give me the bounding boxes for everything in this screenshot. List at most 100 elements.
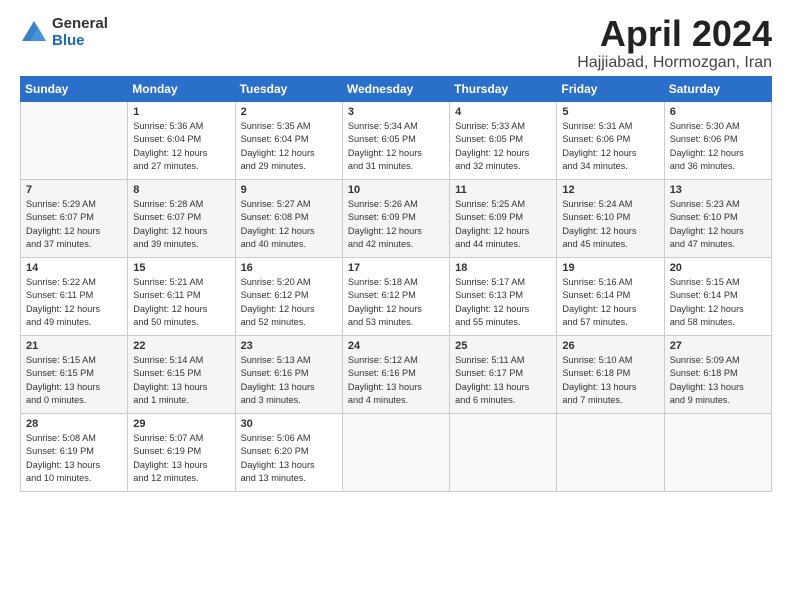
day-number: 3 xyxy=(348,106,444,118)
day-cell: 24 Sunrise: 5:12 AMSunset: 6:16 PMDayligh… xyxy=(342,336,449,414)
day-number: 21 xyxy=(26,340,122,352)
day-cell: 14 Sunrise: 5:22 AMSunset: 6:11 PMDayligh… xyxy=(21,258,128,336)
day-number: 17 xyxy=(348,262,444,274)
day-info: Sunrise: 5:14 AMSunset: 6:15 PMDaylight:… xyxy=(133,354,229,407)
day-cell: 7 Sunrise: 5:29 AMSunset: 6:07 PMDaylight… xyxy=(21,180,128,258)
day-info: Sunrise: 5:36 AMSunset: 6:04 PMDaylight:… xyxy=(133,120,229,173)
day-number: 14 xyxy=(26,262,122,274)
day-number: 23 xyxy=(241,340,337,352)
day-info: Sunrise: 5:27 AMSunset: 6:08 PMDaylight:… xyxy=(241,198,337,251)
day-number: 29 xyxy=(133,418,229,430)
day-cell: 2 Sunrise: 5:35 AMSunset: 6:04 PMDaylight… xyxy=(235,102,342,180)
day-info: Sunrise: 5:34 AMSunset: 6:05 PMDaylight:… xyxy=(348,120,444,173)
logo: General Blue xyxy=(20,16,108,49)
col-header-sunday: Sunday xyxy=(21,77,128,102)
header-row: SundayMondayTuesdayWednesdayThursdayFrid… xyxy=(21,77,772,102)
day-info: Sunrise: 5:15 AMSunset: 6:15 PMDaylight:… xyxy=(26,354,122,407)
day-number: 8 xyxy=(133,184,229,196)
day-info: Sunrise: 5:16 AMSunset: 6:14 PMDaylight:… xyxy=(562,276,658,329)
day-cell xyxy=(21,102,128,180)
day-info: Sunrise: 5:26 AMSunset: 6:09 PMDaylight:… xyxy=(348,198,444,251)
day-number: 9 xyxy=(241,184,337,196)
day-number: 28 xyxy=(26,418,122,430)
location-title: Hajjiabad, Hormozgan, Iran xyxy=(577,54,772,72)
header: General Blue April 2024 Hajjiabad, Hormo… xyxy=(20,16,772,72)
day-info: Sunrise: 5:33 AMSunset: 6:05 PMDaylight:… xyxy=(455,120,551,173)
day-number: 26 xyxy=(562,340,658,352)
day-info: Sunrise: 5:29 AMSunset: 6:07 PMDaylight:… xyxy=(26,198,122,251)
day-number: 2 xyxy=(241,106,337,118)
day-cell: 5 Sunrise: 5:31 AMSunset: 6:06 PMDaylight… xyxy=(557,102,664,180)
col-header-monday: Monday xyxy=(128,77,235,102)
day-info: Sunrise: 5:31 AMSunset: 6:06 PMDaylight:… xyxy=(562,120,658,173)
logo-icon xyxy=(20,19,48,47)
day-cell: 12 Sunrise: 5:24 AMSunset: 6:10 PMDayligh… xyxy=(557,180,664,258)
week-row-2: 7 Sunrise: 5:29 AMSunset: 6:07 PMDaylight… xyxy=(21,180,772,258)
day-cell: 15 Sunrise: 5:21 AMSunset: 6:11 PMDayligh… xyxy=(128,258,235,336)
week-row-4: 21 Sunrise: 5:15 AMSunset: 6:15 PMDayligh… xyxy=(21,336,772,414)
day-cell xyxy=(342,414,449,492)
day-cell: 11 Sunrise: 5:25 AMSunset: 6:09 PMDayligh… xyxy=(450,180,557,258)
day-number: 5 xyxy=(562,106,658,118)
day-cell: 3 Sunrise: 5:34 AMSunset: 6:05 PMDaylight… xyxy=(342,102,449,180)
day-info: Sunrise: 5:07 AMSunset: 6:19 PMDaylight:… xyxy=(133,432,229,485)
day-number: 12 xyxy=(562,184,658,196)
calendar-table: SundayMondayTuesdayWednesdayThursdayFrid… xyxy=(20,76,772,492)
day-number: 7 xyxy=(26,184,122,196)
day-info: Sunrise: 5:13 AMSunset: 6:16 PMDaylight:… xyxy=(241,354,337,407)
day-info: Sunrise: 5:22 AMSunset: 6:11 PMDaylight:… xyxy=(26,276,122,329)
col-header-thursday: Thursday xyxy=(450,77,557,102)
day-info: Sunrise: 5:18 AMSunset: 6:12 PMDaylight:… xyxy=(348,276,444,329)
day-cell: 23 Sunrise: 5:13 AMSunset: 6:16 PMDayligh… xyxy=(235,336,342,414)
day-cell: 9 Sunrise: 5:27 AMSunset: 6:08 PMDaylight… xyxy=(235,180,342,258)
month-title: April 2024 xyxy=(577,16,772,52)
col-header-tuesday: Tuesday xyxy=(235,77,342,102)
day-number: 11 xyxy=(455,184,551,196)
day-cell: 6 Sunrise: 5:30 AMSunset: 6:06 PMDaylight… xyxy=(664,102,771,180)
day-info: Sunrise: 5:12 AMSunset: 6:16 PMDaylight:… xyxy=(348,354,444,407)
day-number: 22 xyxy=(133,340,229,352)
day-number: 6 xyxy=(670,106,766,118)
day-number: 15 xyxy=(133,262,229,274)
day-info: Sunrise: 5:15 AMSunset: 6:14 PMDaylight:… xyxy=(670,276,766,329)
title-block: April 2024 Hajjiabad, Hormozgan, Iran xyxy=(577,16,772,72)
day-cell: 22 Sunrise: 5:14 AMSunset: 6:15 PMDayligh… xyxy=(128,336,235,414)
day-number: 19 xyxy=(562,262,658,274)
day-info: Sunrise: 5:24 AMSunset: 6:10 PMDaylight:… xyxy=(562,198,658,251)
day-number: 24 xyxy=(348,340,444,352)
week-row-1: 1 Sunrise: 5:36 AMSunset: 6:04 PMDaylight… xyxy=(21,102,772,180)
day-number: 20 xyxy=(670,262,766,274)
day-info: Sunrise: 5:09 AMSunset: 6:18 PMDaylight:… xyxy=(670,354,766,407)
week-row-5: 28 Sunrise: 5:08 AMSunset: 6:19 PMDayligh… xyxy=(21,414,772,492)
day-info: Sunrise: 5:21 AMSunset: 6:11 PMDaylight:… xyxy=(133,276,229,329)
day-number: 25 xyxy=(455,340,551,352)
day-info: Sunrise: 5:06 AMSunset: 6:20 PMDaylight:… xyxy=(241,432,337,485)
day-number: 30 xyxy=(241,418,337,430)
logo-text: General Blue xyxy=(52,16,108,49)
day-number: 1 xyxy=(133,106,229,118)
day-cell: 21 Sunrise: 5:15 AMSunset: 6:15 PMDayligh… xyxy=(21,336,128,414)
day-info: Sunrise: 5:30 AMSunset: 6:06 PMDaylight:… xyxy=(670,120,766,173)
col-header-wednesday: Wednesday xyxy=(342,77,449,102)
day-info: Sunrise: 5:20 AMSunset: 6:12 PMDaylight:… xyxy=(241,276,337,329)
day-info: Sunrise: 5:08 AMSunset: 6:19 PMDaylight:… xyxy=(26,432,122,485)
day-cell: 17 Sunrise: 5:18 AMSunset: 6:12 PMDayligh… xyxy=(342,258,449,336)
day-cell xyxy=(450,414,557,492)
day-cell: 18Sunrise: 5:17 AMSunset: 6:13 PMDayligh… xyxy=(450,258,557,336)
week-row-3: 14 Sunrise: 5:22 AMSunset: 6:11 PMDayligh… xyxy=(21,258,772,336)
day-cell: 8 Sunrise: 5:28 AMSunset: 6:07 PMDaylight… xyxy=(128,180,235,258)
day-info: Sunrise: 5:23 AMSunset: 6:10 PMDaylight:… xyxy=(670,198,766,251)
day-info: Sunrise: 5:25 AMSunset: 6:09 PMDaylight:… xyxy=(455,198,551,251)
day-info: Sunrise: 5:35 AMSunset: 6:04 PMDaylight:… xyxy=(241,120,337,173)
day-info: Sunrise: 5:28 AMSunset: 6:07 PMDaylight:… xyxy=(133,198,229,251)
day-cell: 29 Sunrise: 5:07 AMSunset: 6:19 PMDayligh… xyxy=(128,414,235,492)
day-cell: 16Sunrise: 5:20 AMSunset: 6:12 PMDayligh… xyxy=(235,258,342,336)
day-cell: 26Sunrise: 5:10 AMSunset: 6:18 PMDayligh… xyxy=(557,336,664,414)
page: General Blue April 2024 Hajjiabad, Hormo… xyxy=(0,0,792,502)
col-header-saturday: Saturday xyxy=(664,77,771,102)
day-number: 10 xyxy=(348,184,444,196)
logo-general-label: General xyxy=(52,16,108,33)
day-number: 13 xyxy=(670,184,766,196)
day-cell: 27Sunrise: 5:09 AMSunset: 6:18 PMDayligh… xyxy=(664,336,771,414)
day-cell: 25Sunrise: 5:11 AMSunset: 6:17 PMDayligh… xyxy=(450,336,557,414)
